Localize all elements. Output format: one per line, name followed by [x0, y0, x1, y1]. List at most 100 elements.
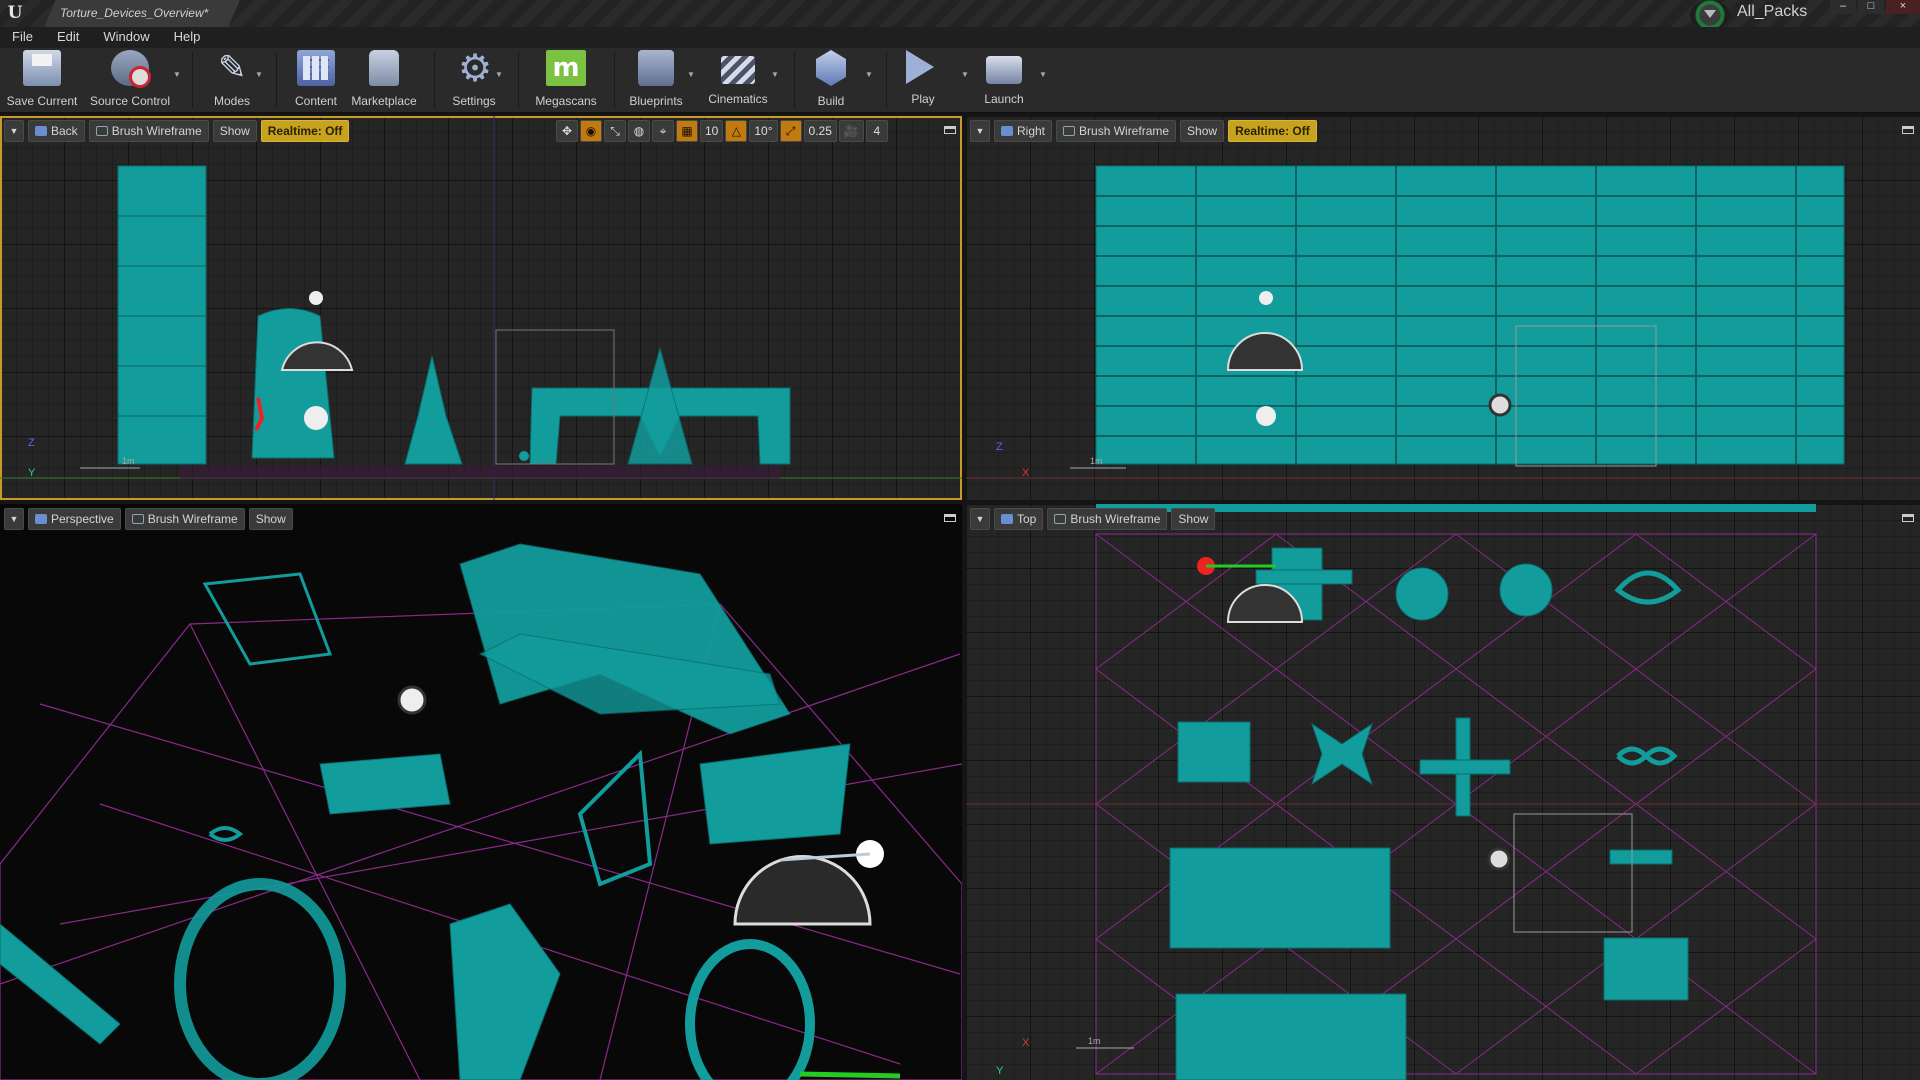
view-mode-button[interactable]: Brush Wireframe — [1047, 508, 1168, 530]
camera-speed-value[interactable]: 4 — [865, 120, 888, 142]
view-type-button[interactable]: Perspective — [28, 508, 121, 530]
modes-button[interactable]: Modes — [204, 48, 260, 110]
perspective-scene — [0, 543, 962, 1080]
axis-y-label: Y — [28, 467, 36, 479]
view-mode-button[interactable]: Brush Wireframe — [124, 508, 245, 530]
modes-label: Modes — [213, 94, 251, 108]
modes-dropdown-icon[interactable]: ▼ — [254, 70, 264, 80]
realtime-badge[interactable]: Realtime: Off — [260, 120, 350, 142]
viewport-back[interactable]: ▼ Back Brush Wireframe Show Realtime: Of… — [0, 116, 962, 500]
save-icon — [23, 50, 61, 86]
menu-window[interactable]: Window — [97, 27, 155, 48]
show-button[interactable]: Show — [248, 508, 293, 530]
close-button[interactable]: × — [1886, 0, 1920, 14]
cinematics-label: Cinematics — [708, 92, 768, 106]
maximize-button[interactable]: □ — [1858, 0, 1884, 14]
translate-tool-icon[interactable]: ✥ — [556, 120, 578, 142]
camera-speed-icon[interactable]: 🎥 — [838, 120, 864, 142]
realtime-badge[interactable]: Realtime: Off — [1228, 120, 1317, 142]
toolbar-divider — [794, 52, 795, 108]
build-button[interactable]: Build — [806, 50, 856, 110]
camera-icon — [35, 514, 47, 524]
rotate-tool-icon[interactable]: ◉ — [580, 120, 602, 142]
scale-snap-value[interactable]: 0.25 — [803, 120, 837, 142]
scale-tool-icon[interactable]: ⤡ — [604, 120, 626, 142]
content-button[interactable]: Content — [288, 50, 344, 110]
blueprints-dropdown-icon[interactable]: ▼ — [686, 70, 696, 80]
view-type-button[interactable]: Right — [994, 120, 1053, 142]
play-button[interactable]: Play — [898, 50, 948, 110]
marketplace-button[interactable]: Marketplace — [348, 50, 420, 110]
save-current-button[interactable]: Save Current — [6, 50, 78, 110]
viewport-options-dropdown-icon[interactable]: ▼ — [970, 508, 990, 530]
maximize-viewport-icon[interactable] — [1902, 126, 1914, 134]
unreal-logo-icon[interactable]: U — [4, 2, 26, 24]
maximize-viewport-icon[interactable] — [944, 514, 956, 522]
viewport-top[interactable]: ▼ Top Brush Wireframe Show X Y 1m — [966, 504, 1920, 1080]
blueprints-button[interactable]: Blueprints — [624, 50, 688, 110]
maximize-viewport-icon[interactable] — [1902, 514, 1914, 522]
viewport-options-dropdown-icon[interactable]: ▼ — [970, 120, 990, 142]
axis-z-label: Z — [28, 437, 35, 449]
build-label: Build — [817, 94, 845, 108]
content-browser-icon — [297, 50, 335, 86]
show-button[interactable]: Show — [212, 120, 257, 142]
document-tab[interactable]: Torture_Devices_Overview* — [44, 0, 240, 27]
save-current-label: Save Current — [6, 94, 78, 108]
play-dropdown-icon[interactable]: ▼ — [960, 70, 970, 80]
world-local-icon[interactable]: ◍ — [628, 120, 650, 142]
marketplace-label: Marketplace — [351, 94, 417, 108]
top-view-scene: X Y 1m — [966, 504, 1920, 1080]
toolbar-divider — [518, 52, 519, 108]
settings-button[interactable]: Settings — [444, 46, 504, 110]
grid-snap-icon[interactable]: ▦ — [676, 120, 698, 142]
settings-dropdown-icon[interactable]: ▼ — [494, 70, 504, 80]
scale-snap-icon[interactable]: ⤢ — [779, 120, 802, 142]
view-type-label: Top — [1017, 512, 1037, 526]
rotation-snap-value[interactable]: 10° — [749, 120, 778, 142]
view-type-button[interactable]: Top — [994, 508, 1044, 530]
show-button[interactable]: Show — [1171, 508, 1216, 530]
right-view-scene: X Z 1m — [966, 165, 1920, 479]
view-mode-label: Brush Wireframe — [147, 512, 238, 526]
title-bar: U Torture_Devices_Overview* All_Packs – … — [0, 0, 1920, 30]
source-control-dropdown-icon[interactable]: ▼ — [172, 70, 182, 80]
menu-bar: File Edit Window Help — [0, 27, 1920, 48]
view-type-button[interactable]: Back — [28, 120, 85, 142]
toolbar-divider — [192, 52, 193, 108]
source-control-icon — [111, 50, 151, 88]
scale-label: 1m — [122, 456, 135, 466]
scale-label: 1m — [1088, 1036, 1101, 1046]
project-badge-icon[interactable] — [1690, 0, 1730, 30]
viewport-options-dropdown-icon[interactable]: ▼ — [4, 508, 24, 530]
menu-file[interactable]: File — [6, 27, 39, 48]
launch-dropdown-icon[interactable]: ▼ — [1038, 70, 1048, 80]
megascans-button[interactable]: m Megascans — [528, 50, 604, 110]
maximize-viewport-icon[interactable] — [944, 126, 956, 134]
build-icon — [816, 50, 846, 86]
cinematics-dropdown-icon[interactable]: ▼ — [770, 70, 780, 80]
menu-edit[interactable]: Edit — [51, 27, 85, 48]
viewport-right[interactable]: ▼ Right Brush Wireframe Show Realtime: O… — [966, 116, 1920, 500]
play-label: Play — [911, 92, 935, 106]
minimize-button[interactable]: – — [1830, 0, 1856, 14]
menu-help[interactable]: Help — [168, 27, 207, 48]
view-mode-button[interactable]: Brush Wireframe — [1056, 120, 1177, 142]
cinematics-button[interactable]: Cinematics — [702, 50, 774, 110]
scale-label: 1m — [1090, 456, 1103, 466]
play-icon — [906, 50, 934, 84]
wireframe-icon — [95, 126, 108, 136]
view-mode-button[interactable]: Brush Wireframe — [88, 120, 209, 142]
viewport-options-dropdown-icon[interactable]: ▼ — [4, 120, 24, 142]
source-control-label: Source Control — [89, 94, 171, 108]
source-control-button[interactable]: Source Control — [88, 50, 172, 110]
rotation-snap-icon[interactable]: △ — [725, 120, 748, 142]
build-dropdown-icon[interactable]: ▼ — [864, 70, 874, 80]
grid-snap-value[interactable]: 10 — [700, 120, 724, 142]
show-button[interactable]: Show — [1180, 120, 1225, 142]
launch-button[interactable]: Launch — [978, 50, 1030, 110]
surface-snap-icon[interactable]: ⌖ — [652, 120, 674, 142]
axis-x-label: X — [1022, 467, 1030, 479]
viewport-perspective[interactable]: ▼ Perspective Brush Wireframe Show — [0, 504, 962, 1080]
toolbar-divider — [886, 52, 887, 108]
